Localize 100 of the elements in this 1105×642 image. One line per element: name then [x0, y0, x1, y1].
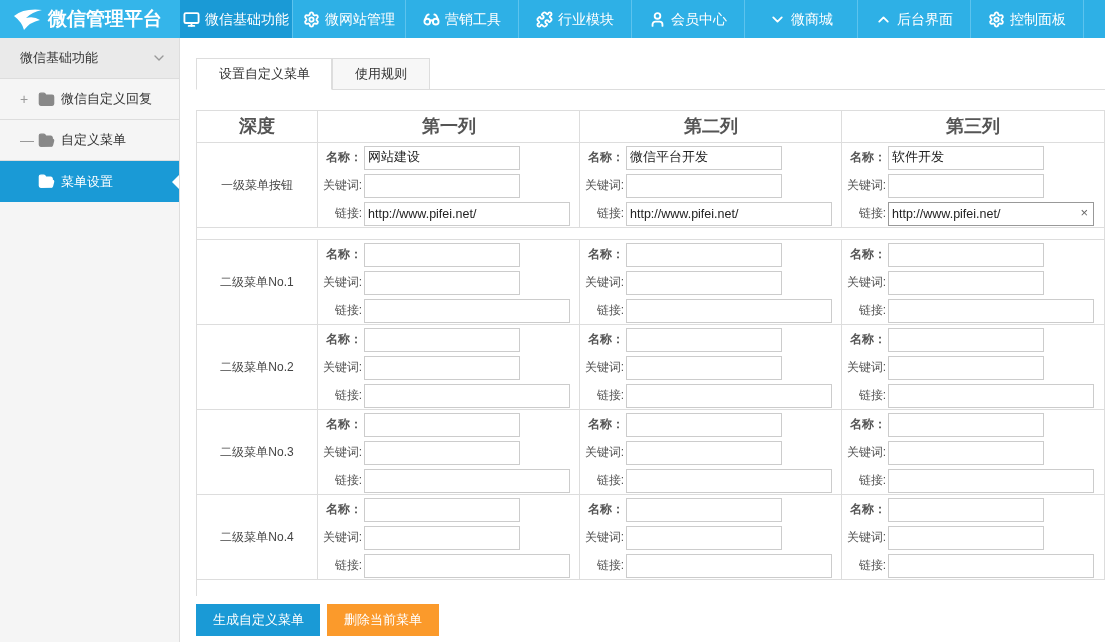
field-label: 链接:: [857, 557, 887, 574]
field-label: 链接:: [333, 557, 363, 574]
input-field[interactable]: [626, 298, 832, 323]
input-field[interactable]: [888, 440, 1044, 465]
field-label: 名称：: [587, 246, 625, 263]
input-field[interactable]: http://www.pifei.net/: [626, 201, 832, 226]
field-label: 关键词:: [321, 274, 363, 291]
field-label: 链接:: [595, 387, 625, 404]
sidebar-item[interactable]: 菜单设置: [0, 161, 179, 202]
field-label: 链接:: [595, 302, 625, 319]
column-header: 第二列: [580, 111, 842, 143]
gear-icon: [988, 10, 1005, 28]
nav-tab[interactable]: 微信基础功能: [180, 0, 293, 38]
field-label: 链接:: [857, 205, 887, 222]
input-field[interactable]: [888, 525, 1044, 550]
field-label: 名称：: [587, 501, 625, 518]
field-label: 链接:: [595, 472, 625, 489]
row-label: 二级菜单No.4: [197, 495, 318, 580]
input-field[interactable]: [364, 298, 570, 323]
field-label: 关键词:: [321, 444, 363, 461]
input-field[interactable]: [888, 497, 1044, 522]
user-icon: [649, 10, 666, 28]
field-label: 名称：: [325, 331, 363, 348]
input-field[interactable]: [364, 173, 520, 198]
input-field[interactable]: [364, 242, 520, 267]
input-field[interactable]: [888, 173, 1044, 198]
row-label: 一级菜单按钮: [197, 143, 318, 228]
field-label: 关键词:: [583, 177, 625, 194]
folder-icon: [38, 173, 55, 190]
input-field[interactable]: [626, 412, 782, 437]
field-label: 链接:: [333, 387, 363, 404]
input-field[interactable]: [364, 553, 570, 578]
field-label: 名称：: [849, 416, 887, 433]
input-field[interactable]: 软件开发: [888, 145, 1044, 170]
input-field[interactable]: 微信平台开发: [626, 145, 782, 170]
tab[interactable]: 使用规则: [332, 58, 430, 90]
input-field[interactable]: [364, 525, 520, 550]
input-field[interactable]: [626, 242, 782, 267]
input-field[interactable]: [364, 383, 570, 408]
field-label: 关键词:: [583, 274, 625, 291]
input-field[interactable]: [888, 242, 1044, 267]
input-field[interactable]: [364, 440, 520, 465]
input-field[interactable]: [626, 383, 832, 408]
input-field[interactable]: [364, 497, 520, 522]
field-label: 链接:: [333, 205, 363, 222]
field-label: 关键词:: [845, 444, 887, 461]
input-field[interactable]: [888, 383, 1094, 408]
sidebar-header[interactable]: 微信基础功能: [0, 38, 179, 79]
field-label: 关键词:: [583, 444, 625, 461]
field-label: 关键词:: [583, 359, 625, 376]
field-label: 关键词:: [845, 359, 887, 376]
field-label: 名称：: [849, 331, 887, 348]
input-field[interactable]: [626, 327, 782, 352]
field-label: 关键词:: [583, 529, 625, 546]
input-field[interactable]: [364, 270, 520, 295]
field-label: 链接:: [857, 387, 887, 404]
input-field[interactable]: [626, 270, 782, 295]
gear-icon: [303, 10, 320, 28]
input-field[interactable]: [888, 355, 1044, 380]
field-label: 名称：: [325, 149, 363, 166]
row-label: 二级菜单No.1: [197, 240, 318, 325]
field-label: 链接:: [595, 205, 625, 222]
input-field[interactable]: [626, 553, 832, 578]
input-field[interactable]: [626, 497, 782, 522]
field-label: 关键词:: [845, 529, 887, 546]
toggle-icon: —: [20, 129, 32, 151]
input-field[interactable]: [888, 270, 1044, 295]
field-label: 名称：: [849, 149, 887, 166]
input-field[interactable]: [888, 298, 1094, 323]
input-field[interactable]: [888, 553, 1094, 578]
input-field[interactable]: [364, 327, 520, 352]
field-label: 关键词:: [321, 177, 363, 194]
input-field[interactable]: [364, 355, 520, 380]
input-field[interactable]: [626, 440, 782, 465]
sidebar-item[interactable]: + 微信自定义回复: [0, 79, 179, 120]
input-field[interactable]: [626, 173, 782, 198]
puzzle-icon: [536, 10, 553, 28]
folder-icon: [38, 90, 55, 108]
tab[interactable]: 设置自定义菜单: [196, 58, 332, 90]
input-field[interactable]: [364, 412, 520, 437]
input-field[interactable]: [364, 468, 570, 493]
field-label: 链接:: [595, 557, 625, 574]
input-field[interactable]: [626, 355, 782, 380]
input-field[interactable]: [888, 327, 1044, 352]
input-field[interactable]: [888, 412, 1044, 437]
clear-button[interactable]: ×: [1078, 204, 1090, 221]
field-label: 名称：: [849, 246, 887, 263]
column-header: 第三列: [842, 111, 1105, 143]
field-label: 名称：: [587, 331, 625, 348]
input-field[interactable]: [888, 468, 1094, 493]
input-field[interactable]: 网站建设: [364, 145, 520, 170]
field-label: 名称：: [325, 501, 363, 518]
field-label: 关键词:: [321, 529, 363, 546]
generate-button[interactable]: 生成自定义菜单: [196, 604, 320, 636]
input-field[interactable]: [626, 525, 782, 550]
row-label: 二级菜单No.2: [197, 325, 318, 410]
field-label: 名称：: [325, 416, 363, 433]
input-field[interactable]: http://www.pifei.net/: [364, 201, 570, 226]
column-header: 深度: [197, 111, 318, 143]
input-field[interactable]: [626, 468, 832, 493]
